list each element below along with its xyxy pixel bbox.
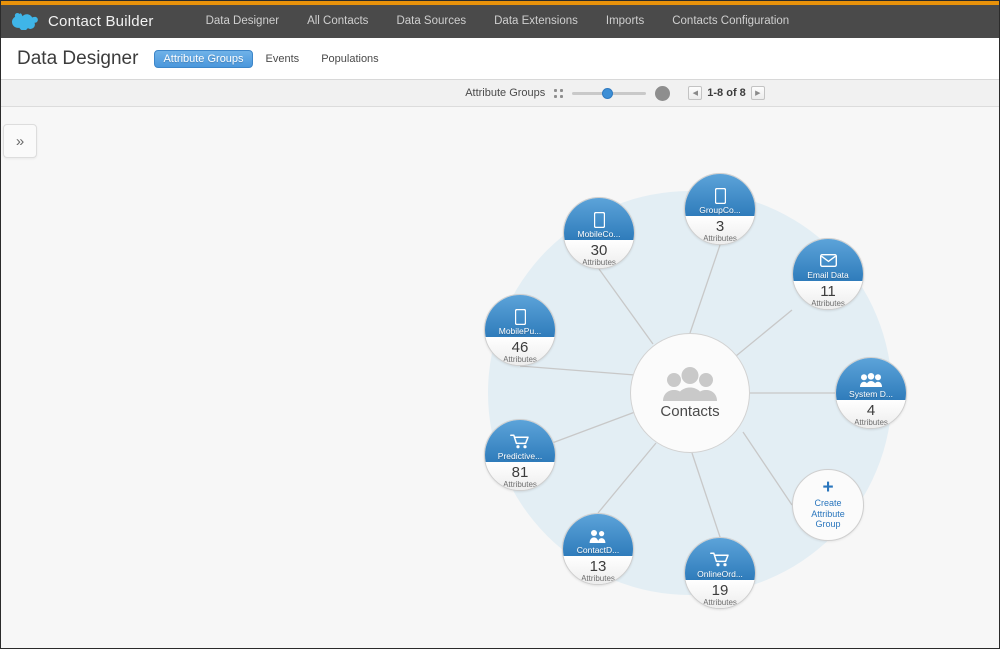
brand-title: Contact Builder xyxy=(48,13,154,30)
diagram-canvas: » xyxy=(1,107,1000,648)
attribute-group-node-system-data[interactable]: System D... 4 Attributes xyxy=(835,357,907,429)
node-sub-label: Attributes xyxy=(582,258,616,268)
node-title: ContactD... xyxy=(577,545,620,555)
center-node-label: Contacts xyxy=(660,403,719,420)
attribute-group-node-email-data[interactable]: Email Data 11 Attributes xyxy=(792,238,864,310)
node-sub-label: Attributes xyxy=(854,418,888,428)
canvas-toolbar: Attribute Groups ◀ 1-8 of 8 ▶ xyxy=(1,80,999,107)
zoom-slider[interactable] xyxy=(572,87,646,99)
create-label-line1: Create xyxy=(814,498,841,508)
zoom-circle-icon[interactable] xyxy=(655,86,670,101)
people-pair-icon xyxy=(589,527,607,544)
tab-events[interactable]: Events xyxy=(257,50,309,68)
node-count: 11 xyxy=(820,284,836,299)
node-sub-label: Attributes xyxy=(703,234,737,244)
nav-item-imports[interactable]: Imports xyxy=(592,5,658,38)
brand[interactable]: Contact Builder xyxy=(1,13,154,30)
node-title: MobileCo... xyxy=(578,229,621,239)
toolbar-label: Attribute Groups xyxy=(465,87,545,99)
shopping-cart-icon xyxy=(710,551,730,568)
zoom-slider-knob[interactable] xyxy=(602,88,613,99)
create-label-line3: Group xyxy=(815,519,840,529)
people-group-icon xyxy=(661,367,719,401)
attribute-group-node-groupco[interactable]: GroupCo... 3 Attributes xyxy=(684,173,756,245)
nav-item-data-designer[interactable]: Data Designer xyxy=(192,5,294,38)
attribute-group-node-mobileco[interactable]: MobileCo... 30 Attributes xyxy=(563,197,635,269)
node-sub-label: Attributes xyxy=(811,299,845,309)
sub-header-tabs: Attribute Groups Events Populations xyxy=(154,50,387,68)
salesforce-cloud-icon xyxy=(12,13,38,30)
application-window: Contact Builder Data Designer All Contac… xyxy=(0,0,1000,649)
node-count: 30 xyxy=(591,243,608,258)
attribute-group-node-onlineorders[interactable]: OnlineOrd... 19 Attributes xyxy=(684,537,756,609)
node-title: MobilePu... xyxy=(499,326,542,336)
sub-header: Data Designer Attribute Groups Events Po… xyxy=(1,38,999,80)
nav-item-contacts-configuration[interactable]: Contacts Configuration xyxy=(658,5,803,38)
pagination: ◀ 1-8 of 8 ▶ xyxy=(688,86,765,100)
node-count: 46 xyxy=(512,340,529,355)
attribute-group-node-predictive[interactable]: Predictive... 81 Attributes xyxy=(484,419,556,491)
node-count: 81 xyxy=(512,465,529,480)
node-title: GroupCo... xyxy=(699,205,741,215)
create-attribute-group-button[interactable]: + Create Attribute Group xyxy=(792,469,864,541)
node-sub-label: Attributes xyxy=(503,355,537,365)
node-count: 3 xyxy=(716,219,724,234)
pagination-prev-button[interactable]: ◀ xyxy=(688,86,702,100)
nav-item-data-sources[interactable]: Data Sources xyxy=(382,5,480,38)
attribute-group-node-contactdata[interactable]: ContactD... 13 Attributes xyxy=(562,513,634,585)
create-label-line2: Attribute xyxy=(811,509,845,519)
node-count: 19 xyxy=(712,583,729,598)
center-node-contacts[interactable]: Contacts xyxy=(630,333,750,453)
pagination-range-text: 1-8 of 8 xyxy=(707,87,746,99)
node-title: Predictive... xyxy=(498,451,542,461)
node-count: 13 xyxy=(590,559,607,574)
pagination-next-button[interactable]: ▶ xyxy=(751,86,765,100)
node-count: 4 xyxy=(867,403,875,418)
tab-attribute-groups[interactable]: Attribute Groups xyxy=(154,50,252,68)
create-attribute-group-label: Create Attribute Group xyxy=(811,498,845,530)
nav-item-data-extensions[interactable]: Data Extensions xyxy=(480,5,592,38)
node-title: Email Data xyxy=(807,270,849,280)
mobile-phone-icon xyxy=(715,187,726,204)
tab-populations[interactable]: Populations xyxy=(312,50,388,68)
main-nav: Data Designer All Contacts Data Sources … xyxy=(192,5,804,38)
nav-item-all-contacts[interactable]: All Contacts xyxy=(293,5,382,38)
grid-view-icon[interactable] xyxy=(554,89,563,98)
shopping-cart-icon xyxy=(510,433,530,450)
envelope-icon xyxy=(820,252,837,269)
app-header: Contact Builder Data Designer All Contac… xyxy=(1,5,999,38)
page-title: Data Designer xyxy=(17,48,138,70)
people-group-icon xyxy=(860,371,882,388)
node-title: System D... xyxy=(849,389,893,399)
node-title: OnlineOrd... xyxy=(697,569,743,579)
node-sub-label: Attributes xyxy=(581,574,615,584)
node-sub-label: Attributes xyxy=(703,598,737,608)
mobile-phone-icon xyxy=(515,308,526,325)
attribute-group-diagram: Contacts GroupCo... 3 Attributes xyxy=(1,107,1000,648)
mobile-phone-icon xyxy=(594,211,605,228)
attribute-group-node-mobilepu[interactable]: MobilePu... 46 Attributes xyxy=(484,294,556,366)
node-sub-label: Attributes xyxy=(503,480,537,490)
plus-icon: + xyxy=(822,480,833,496)
